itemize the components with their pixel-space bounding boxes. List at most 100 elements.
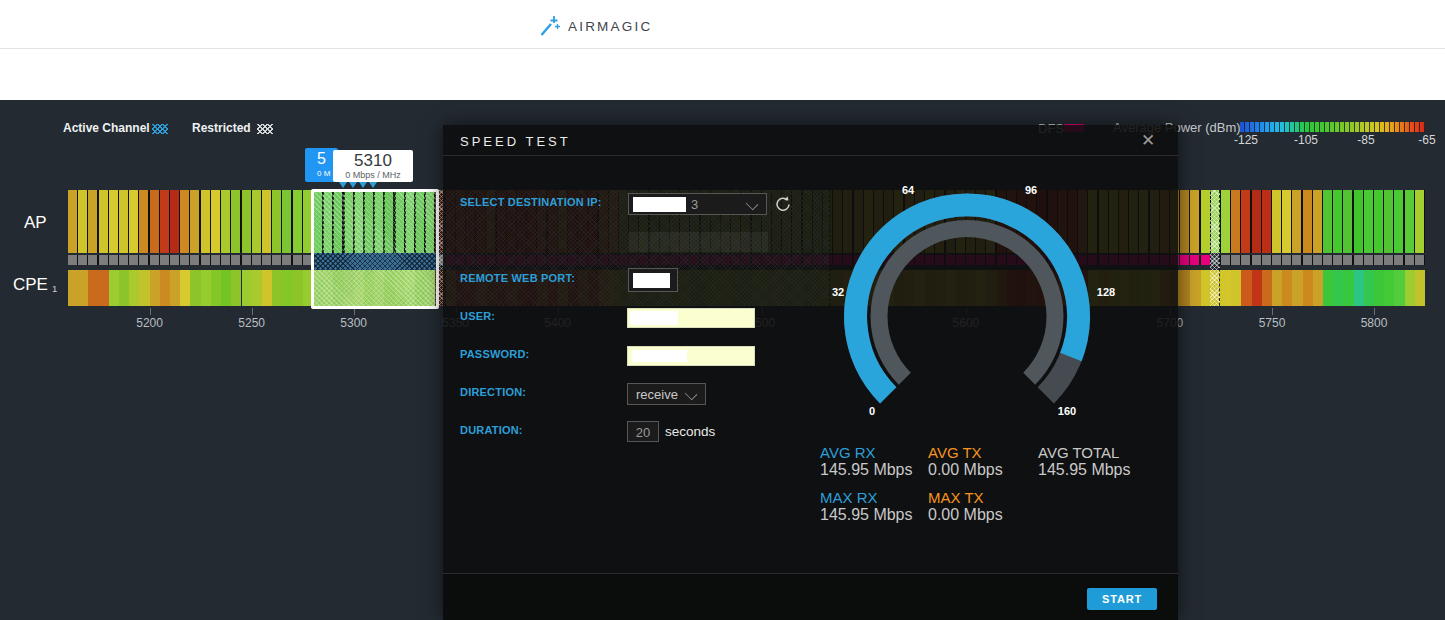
spectrum-bar-cpe[interactable] bbox=[1231, 270, 1241, 306]
spectrum-bar-ap[interactable] bbox=[1241, 190, 1250, 253]
close-icon[interactable]: ✕ bbox=[1141, 130, 1155, 151]
spectrum-bar-ap[interactable] bbox=[1374, 190, 1383, 253]
selected-channel-box[interactable] bbox=[311, 189, 439, 309]
spectrum-bar-cpe[interactable] bbox=[231, 270, 241, 306]
spectrum-bar-ap[interactable] bbox=[1394, 190, 1403, 253]
destination-ip-select[interactable]: 3 bbox=[628, 193, 767, 215]
spectrum-bar-cpe[interactable] bbox=[201, 270, 211, 306]
spectrum-bar-cpe[interactable] bbox=[1333, 270, 1343, 306]
spectrum-bar-ap[interactable] bbox=[1384, 190, 1393, 253]
refresh-icon[interactable] bbox=[773, 194, 793, 214]
spectrum-bar-cpe[interactable] bbox=[221, 270, 231, 306]
spectrum-bar-cpe[interactable] bbox=[1190, 270, 1200, 306]
spectrum-bar-cpe[interactable] bbox=[1374, 270, 1384, 306]
spectrum-bar-cpe[interactable] bbox=[1262, 270, 1272, 306]
spectrum-bar-ap[interactable] bbox=[150, 190, 159, 253]
spectrum-bar-ap[interactable] bbox=[1323, 190, 1332, 253]
spectrum-bar-cpe[interactable] bbox=[1292, 270, 1302, 306]
spectrum-bar-cpe[interactable] bbox=[160, 270, 170, 306]
spectrum-bar-cpe[interactable] bbox=[1221, 270, 1231, 306]
spectrum-bar-cpe[interactable] bbox=[1323, 270, 1333, 306]
spectrum-bar-cpe[interactable] bbox=[211, 270, 221, 306]
spectrum-bar-ap[interactable] bbox=[221, 190, 230, 253]
spectrum-bar-ap[interactable] bbox=[282, 190, 291, 253]
spectrum-bar-ap[interactable] bbox=[1252, 190, 1261, 253]
spectrum-bar-ap[interactable] bbox=[1180, 190, 1189, 253]
spectrum-bar-ap[interactable] bbox=[1303, 190, 1312, 253]
spectrum-bar-ap[interactable] bbox=[170, 190, 179, 253]
spectrum-bar-cpe[interactable] bbox=[68, 270, 78, 306]
spectrum-bar-ap[interactable] bbox=[211, 190, 220, 253]
spectrum-bar-cpe[interactable] bbox=[1313, 270, 1323, 306]
spectrum-bar-cpe[interactable] bbox=[282, 270, 292, 306]
spectrum-bar-ap[interactable] bbox=[1201, 190, 1210, 253]
spectrum-bar-ap[interactable] bbox=[242, 190, 251, 253]
spectrum-bar-cpe[interactable] bbox=[1241, 270, 1251, 306]
spectrum-bar-ap[interactable] bbox=[1333, 190, 1342, 253]
spectrum-bar-ap[interactable] bbox=[190, 190, 199, 253]
start-button[interactable]: START bbox=[1087, 588, 1157, 610]
spectrum-bar-ap[interactable] bbox=[119, 190, 128, 253]
spectrum-bar-cpe[interactable] bbox=[262, 270, 272, 306]
spectrum-bar-ap[interactable] bbox=[1343, 190, 1352, 253]
spectrum-bar-cpe[interactable] bbox=[1354, 270, 1364, 306]
spectrum-bar-ap[interactable] bbox=[109, 190, 118, 253]
spectrum-bar-cpe[interactable] bbox=[1343, 270, 1353, 306]
spectrum-bar-cpe[interactable] bbox=[1384, 270, 1394, 306]
spectrum-bar-cpe[interactable] bbox=[150, 270, 160, 306]
password-input[interactable] bbox=[627, 346, 755, 366]
spectrum-bar-ap[interactable] bbox=[160, 190, 169, 253]
spectrum-bar-ap[interactable] bbox=[201, 190, 210, 253]
spectrum-bar-cpe[interactable] bbox=[180, 270, 190, 306]
spectrum-bar-cpe[interactable] bbox=[190, 270, 200, 306]
spectrum-bar-ap[interactable] bbox=[88, 190, 97, 253]
spectrum-bar-ap[interactable] bbox=[252, 190, 261, 253]
spectrum-bar-ap[interactable] bbox=[1272, 190, 1281, 253]
spectrum-bar-ap[interactable] bbox=[1313, 190, 1322, 253]
spectrum-bar-ap[interactable] bbox=[1262, 190, 1271, 253]
spectrum-bar-cpe[interactable] bbox=[170, 270, 180, 306]
spectrum-bar-cpe[interactable] bbox=[78, 270, 88, 306]
spectrum-bar-cpe[interactable] bbox=[139, 270, 149, 306]
spectrum-bar-ap[interactable] bbox=[272, 190, 281, 253]
spectrum-bar-ap[interactable] bbox=[68, 190, 77, 253]
spectrum-bar-cpe[interactable] bbox=[252, 270, 262, 306]
spectrum-bar-ap[interactable] bbox=[129, 190, 138, 253]
user-input[interactable] bbox=[627, 308, 755, 328]
spectrum-bar-ap[interactable] bbox=[139, 190, 148, 253]
spectrum-bar-cpe[interactable] bbox=[1282, 270, 1292, 306]
spectrum-bar-ap[interactable] bbox=[99, 190, 108, 253]
spectrum-bar-ap[interactable] bbox=[1221, 190, 1230, 253]
spectrum-bar-ap[interactable] bbox=[1415, 190, 1424, 253]
spectrum-bar-cpe[interactable] bbox=[1394, 270, 1404, 306]
direction-select[interactable]: receive bbox=[627, 383, 706, 405]
spectrum-bar-cpe[interactable] bbox=[1252, 270, 1262, 306]
spectrum-bar-cpe[interactable] bbox=[1364, 270, 1374, 306]
secondary-ip-input[interactable] bbox=[628, 232, 768, 252]
spectrum-bar-ap[interactable] bbox=[1231, 190, 1240, 253]
spectrum-bar-ap[interactable] bbox=[1405, 190, 1414, 253]
spectrum-bar-ap[interactable] bbox=[1292, 190, 1301, 253]
spectrum-bar-ap[interactable] bbox=[1282, 190, 1291, 253]
spectrum-bar-cpe[interactable] bbox=[293, 270, 303, 306]
spectrum-bar-cpe[interactable] bbox=[129, 270, 139, 306]
spectrum-bar-ap[interactable] bbox=[293, 190, 302, 253]
duration-input[interactable]: 20 bbox=[627, 421, 659, 442]
spectrum-bar-ap[interactable] bbox=[262, 190, 271, 253]
spectrum-bar-cpe[interactable] bbox=[1180, 270, 1190, 306]
spectrum-bar-cpe[interactable] bbox=[1272, 270, 1282, 306]
spectrum-bar-ap[interactable] bbox=[180, 190, 189, 253]
spectrum-bar-cpe[interactable] bbox=[1415, 270, 1425, 306]
spectrum-bar-cpe[interactable] bbox=[1303, 270, 1313, 306]
spectrum-bar-ap[interactable] bbox=[1364, 190, 1373, 253]
spectrum-bar-cpe[interactable] bbox=[1405, 270, 1415, 306]
spectrum-bar-cpe[interactable] bbox=[99, 270, 109, 306]
spectrum-bar-cpe[interactable] bbox=[119, 270, 129, 306]
spectrum-bar-cpe[interactable] bbox=[88, 270, 98, 306]
spectrum-bar-ap[interactable] bbox=[78, 190, 87, 253]
spectrum-bar-cpe[interactable] bbox=[272, 270, 282, 306]
spectrum-bar-cpe[interactable] bbox=[242, 270, 252, 306]
spectrum-bar-cpe[interactable] bbox=[109, 270, 119, 306]
spectrum-bar-ap[interactable] bbox=[1190, 190, 1199, 253]
remote-web-port-input[interactable] bbox=[628, 268, 678, 292]
